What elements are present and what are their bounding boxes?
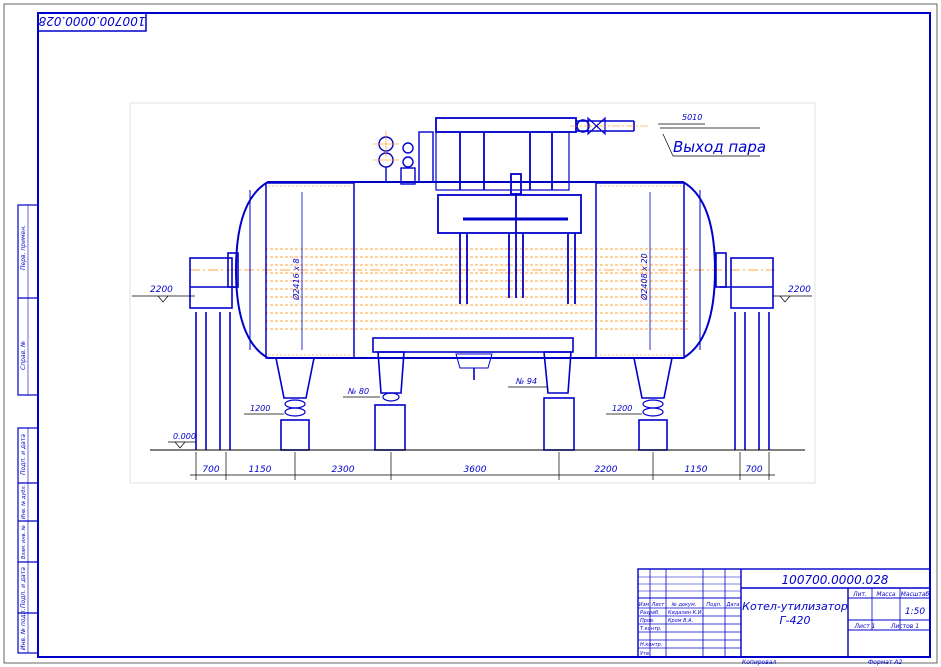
head-col: Масса	[876, 591, 895, 598]
format-label: Формат А2	[868, 659, 902, 666]
copied-label: Копировал	[742, 659, 776, 666]
drawing-number: 100700.0000.028	[782, 573, 889, 587]
left-col: Лист	[651, 602, 666, 608]
row-label: Утв.	[640, 651, 651, 657]
dim-label: 2200	[595, 465, 618, 475]
steam-outlet-label: Выход пара	[673, 138, 766, 156]
row-label: Т.контр.	[640, 626, 662, 632]
left-col: Изм	[639, 602, 649, 608]
elev-left-label: 2200	[150, 285, 173, 295]
sheets-label: Листов 1	[890, 623, 919, 630]
diam-right-label: Ø2408 х 20	[639, 253, 649, 301]
side-stamp-label: Справ. №	[20, 341, 27, 370]
dim-label: 3600	[464, 465, 487, 475]
dim-label: 1150	[249, 465, 272, 475]
drawing-title-line1: Котел-утилизатор	[742, 600, 848, 613]
head-col: Масштаб	[901, 591, 930, 598]
sheet-label: Лист 1	[854, 623, 876, 630]
drawing-title-line2: Г-420	[779, 614, 810, 627]
support-right-label: 1200	[612, 404, 632, 413]
dim-label: 2300	[332, 465, 355, 475]
dim-label: 700	[745, 465, 762, 475]
elev-right-label: 2200	[788, 285, 811, 295]
left-col: № докум.	[671, 602, 697, 608]
side-stamp-labels: Перв. примен. Справ. № Подп. и дата Инв.…	[20, 225, 27, 650]
mirrored-drawing-number: 100700.0000.028	[38, 14, 145, 28]
left-col: Дата	[726, 602, 740, 608]
row-label: Разраб.	[640, 610, 660, 616]
dim-label: 700	[202, 465, 219, 475]
side-stamp-label: Подп. и дата	[20, 434, 27, 475]
drawing-sheet: 100700.0000.028 Перв. примен. Справ. № П…	[3, 3, 938, 666]
side-stamp-label: Инв. № подл.	[20, 609, 27, 650]
steam-pipe-label: 5010	[682, 113, 702, 122]
row-label: Пров.	[640, 618, 655, 624]
head-col: Лит.	[852, 591, 867, 598]
elev-zero-label: 0.000	[173, 432, 196, 441]
person-name: Кидалин К.И.	[668, 610, 703, 616]
left-col: Подп.	[706, 602, 721, 608]
mirrored-number-box: 100700.0000.028	[37, 12, 147, 32]
scale-value: 1:50	[905, 607, 925, 617]
person-name: Кром В.А.	[668, 618, 693, 624]
side-stamp-label: Перв. примен.	[20, 225, 27, 270]
side-stamp-label: Подп. и дата	[20, 567, 27, 608]
leg-mid-right-label: № 94	[515, 377, 537, 386]
side-stamp-label: Инв. № дубл.	[21, 485, 27, 519]
support-left-label: 1200	[250, 404, 270, 413]
side-stamp-label: Взам. инв. №	[21, 525, 27, 559]
diam-left-label: Ø2416 х 8	[291, 258, 301, 301]
leg-mid-left-label: № 80	[347, 387, 369, 396]
dim-label: 1150	[685, 465, 708, 475]
row-label: Н.контр.	[640, 642, 662, 648]
